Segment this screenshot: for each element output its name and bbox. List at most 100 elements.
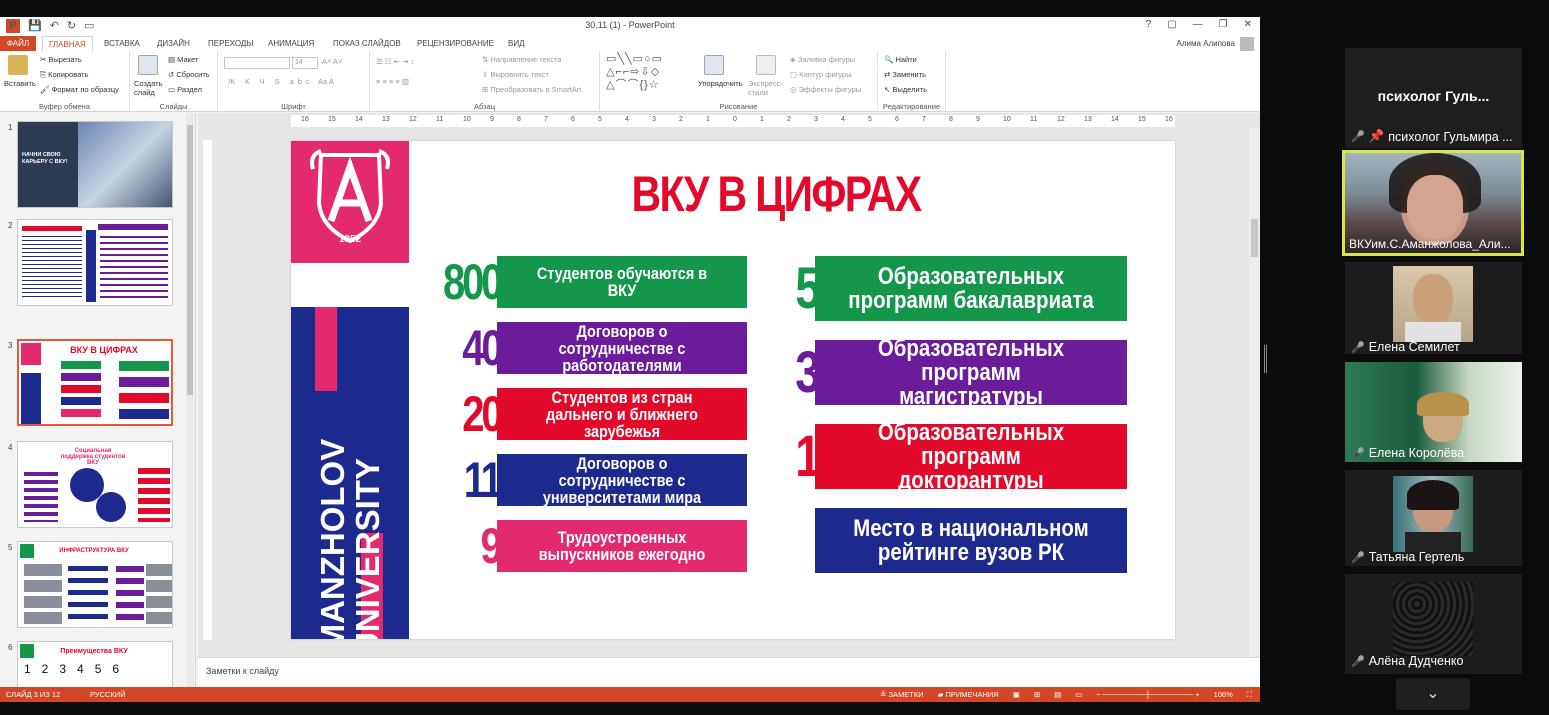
tab-review[interactable]: РЕЦЕНЗИРОВАНИЕ bbox=[417, 36, 494, 51]
slide-thumb-1[interactable]: НАЧНИ СВОЮ КАРЬЕРУ С ВКУ! bbox=[17, 121, 173, 208]
paragraph-group: ☰ ☷ ⇤ ⇥ ↕ ≡ ≡ ≡ ≡ ▥ ⇅ Направление текста… bbox=[370, 51, 600, 112]
slide-thumb-5[interactable]: ИНФРАСТРУКТУРА ВКУ bbox=[17, 541, 173, 628]
reset-button[interactable]: ↺ Сбросить bbox=[168, 70, 210, 79]
zoom-level[interactable]: 106% bbox=[1214, 687, 1233, 702]
slideshow-view-icon[interactable]: ▭ bbox=[1075, 687, 1082, 702]
fit-slide-icon[interactable]: ⛶ bbox=[1247, 687, 1252, 702]
shapes-gallery-icon[interactable]: ▭╲╲▭○▭ △⌐⌐⇨⇩◇ △⌒⌒{}☆ bbox=[606, 53, 694, 92]
participant-tile[interactable]: 🎤 Алёна Дудченко bbox=[1345, 574, 1522, 674]
scrollbar-thumb[interactable] bbox=[187, 125, 193, 395]
find-button[interactable]: 🔍 Найти bbox=[884, 55, 917, 64]
participant-tile[interactable]: 🎤 Татьяна Гертель bbox=[1345, 470, 1522, 566]
replace-button[interactable]: ⇄ Заменить bbox=[884, 70, 926, 79]
panel-splitter-handle[interactable] bbox=[1264, 345, 1267, 373]
scrollbar-thumb[interactable] bbox=[1251, 219, 1258, 257]
tab-slideshow[interactable]: ПОКАЗ СЛАЙДОВ bbox=[333, 36, 401, 51]
ruler-tick-label: 11 bbox=[436, 116, 444, 123]
tab-design[interactable]: ДИЗАЙН bbox=[157, 36, 190, 51]
participant-tile[interactable]: 🎤 Елена Королёва bbox=[1345, 362, 1522, 462]
smartart-button[interactable]: ⊞ Преобразовать в SmartArt bbox=[482, 85, 581, 94]
minimize-button[interactable]: — bbox=[1193, 19, 1203, 30]
participant-tile[interactable]: 🎤 Елена Семилет bbox=[1345, 262, 1522, 354]
reading-view-icon[interactable]: ▤ bbox=[1054, 687, 1061, 702]
chevron-down-icon[interactable]: ⌄ bbox=[1396, 678, 1470, 710]
ribbon-display-button[interactable]: ▢ bbox=[1167, 19, 1176, 30]
tab-home[interactable]: ГЛАВНАЯ bbox=[42, 36, 93, 51]
tab-animation[interactable]: АНИМАЦИЯ bbox=[268, 36, 314, 51]
zoom-slider[interactable]: − ────────┼──────── + bbox=[1096, 687, 1199, 702]
shape-effects-button[interactable]: ◎ Эффекты фигуры bbox=[790, 85, 861, 94]
quick-styles-button[interactable]: Экспресс-стили bbox=[748, 79, 786, 97]
ruler-tick-label: 0 bbox=[733, 116, 737, 123]
tab-file[interactable]: ФАЙЛ bbox=[0, 36, 36, 51]
shape-outline-button[interactable]: ▢ Контур фигуры bbox=[790, 70, 852, 79]
cut-button[interactable]: ✂ Вырезать bbox=[40, 55, 82, 64]
font-name-field[interactable] bbox=[224, 57, 290, 69]
comments-toggle[interactable]: ▰ ПРИМЕЧАНИЯ bbox=[938, 687, 999, 702]
thumb-header-bar bbox=[98, 224, 168, 230]
section-button[interactable]: ▭ Раздел bbox=[168, 85, 202, 94]
slide-canvas[interactable]: 1952 AMANZHOLOV UNIVERSITY ВКУ В ЦИФРАХ … bbox=[291, 141, 1175, 639]
screen: P 💾 ↶ ↻ ▭ 30.11 (1) - PowerPoint ? ▢ — ❐… bbox=[0, 0, 1549, 715]
participant-clothes bbox=[1405, 322, 1461, 342]
tab-transitions[interactable]: ПЕРЕХОДЫ bbox=[208, 36, 253, 51]
thumb-circle bbox=[96, 492, 126, 522]
edit-scrollbar[interactable] bbox=[1249, 127, 1260, 659]
thumb-caption: НАЧНИ СВОЮ КАРЬЕРУ С ВКУ! bbox=[22, 152, 68, 165]
format-painter-button[interactable]: 🖌 Формат по образцу bbox=[40, 85, 119, 94]
new-slide-icon[interactable] bbox=[138, 55, 158, 75]
sorter-view-icon[interactable]: ⊞ bbox=[1034, 687, 1040, 702]
thumbnails-scrollbar[interactable] bbox=[186, 113, 194, 687]
layout-button[interactable]: ▤ Макет bbox=[168, 55, 198, 64]
tab-view[interactable]: ВИД bbox=[508, 36, 525, 51]
close-button[interactable]: ✕ bbox=[1244, 19, 1252, 30]
copy-button[interactable]: ⎘ Копировать bbox=[40, 70, 88, 80]
stat-label: Трудоустроенных выпускников ежегодно bbox=[538, 528, 706, 564]
ruler-tick-label: 10 bbox=[1003, 116, 1011, 123]
participant-hair bbox=[1407, 480, 1459, 510]
slide-thumb-2[interactable]: ОБРАЗОВАТЕЛЬНЫЕ ПРОГРАММЫ bbox=[17, 219, 173, 306]
thumb-text-lines bbox=[22, 236, 82, 300]
participant-header-tile[interactable]: психолог Гуль... 🎤 📌 психолог Гульмира .… bbox=[1345, 48, 1522, 148]
arrange-icon[interactable] bbox=[704, 55, 724, 75]
new-slide-button[interactable]: Создать слайд bbox=[134, 79, 168, 97]
participant-photo bbox=[1393, 266, 1473, 342]
select-button[interactable]: ↖ Выделить bbox=[884, 85, 927, 94]
align-buttons-icon[interactable]: ≡ ≡ ≡ ≡ ▥ bbox=[376, 77, 409, 86]
participant-name-row: 🎤 Алёна Дудченко bbox=[1351, 654, 1463, 668]
slide-thumb-3[interactable]: ВКУ В ЦИФРАХ bbox=[17, 339, 173, 426]
shape-fill-button[interactable]: ◈ Заливка фигуры bbox=[790, 55, 855, 64]
user-avatar bbox=[1240, 36, 1254, 51]
text-direction-button[interactable]: ⇅ Направление текста bbox=[482, 55, 561, 64]
help-button[interactable]: ? bbox=[1146, 19, 1152, 30]
notes-pane[interactable]: Заметки к слайду bbox=[198, 657, 1260, 687]
thumb-header-bar bbox=[22, 226, 82, 231]
stat-label-box: Образовательных программ магистратуры bbox=[815, 336, 1127, 408]
restore-button[interactable]: ❐ bbox=[1219, 19, 1228, 30]
paste-button[interactable]: Вставить bbox=[4, 79, 36, 88]
font-style-buttons[interactable]: Ж К Ч S abc bbox=[228, 77, 314, 86]
reset-label: Сбросить bbox=[176, 70, 210, 79]
font-color-icon[interactable]: Aa A bbox=[318, 77, 334, 86]
ruler-tick-label: 2 bbox=[679, 116, 683, 123]
font-grow-icon[interactable]: A˄ A˅ bbox=[322, 57, 342, 66]
font-size-field[interactable]: 14 bbox=[292, 57, 318, 69]
list-buttons-icon[interactable]: ☰ ☷ ⇤ ⇥ ↕ bbox=[376, 57, 414, 66]
user-account[interactable]: Алима Алипова bbox=[1176, 36, 1254, 51]
tab-insert[interactable]: ВСТАВКА bbox=[104, 36, 140, 51]
mic-muted-icon: 🎤 bbox=[1351, 551, 1365, 564]
clipboard-group-label: Буфер обмена bbox=[39, 102, 90, 111]
normal-view-icon[interactable]: ▣ bbox=[1013, 687, 1020, 702]
align-text-button[interactable]: ⇳ Выровнять текст bbox=[482, 70, 549, 79]
slide-thumb-4[interactable]: Социальная поддержка студентов ВКУ bbox=[17, 441, 173, 528]
quick-styles-icon[interactable] bbox=[756, 55, 776, 75]
language-indicator[interactable]: РУССКИЙ bbox=[90, 687, 126, 702]
stat-label: Договоров о сотрудничестве с работодател… bbox=[558, 321, 686, 375]
notes-toggle[interactable]: ≜ ЗАМЕТКИ bbox=[880, 687, 924, 702]
slide-thumb-6[interactable]: Преимущества ВКУ 123456 bbox=[17, 641, 173, 687]
arrange-button[interactable]: Упорядочить bbox=[698, 79, 743, 88]
participant-tile-active[interactable]: ВКУим.С.Аманжолова_Али... bbox=[1342, 150, 1524, 256]
participant-name: Алёна Дудченко bbox=[1368, 654, 1464, 668]
font-group: 14 A˄ A˅ Ж К Ч S abc Aa A Шрифт bbox=[218, 51, 370, 112]
paste-icon[interactable] bbox=[8, 55, 28, 75]
